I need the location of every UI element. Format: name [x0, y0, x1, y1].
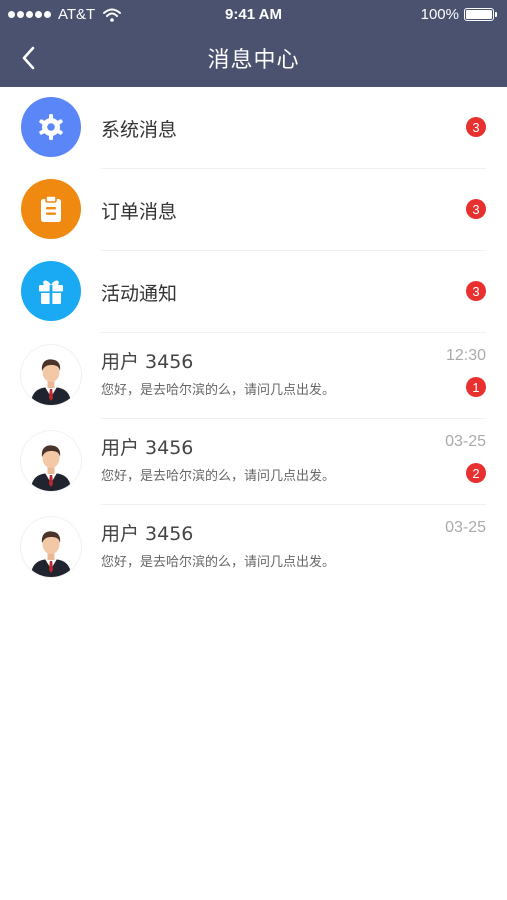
avatar [21, 517, 81, 577]
status-bar: AT&T 9:41 AM 100% [0, 0, 507, 30]
unread-badge: 2 [466, 463, 486, 483]
chat-username: 用户 3456 [101, 523, 194, 545]
activity-category-icon [21, 261, 81, 321]
category-label: 活动通知 [101, 283, 178, 305]
user-avatar-icon [31, 445, 71, 491]
user-avatar-icon [31, 531, 71, 577]
chat-list-item[interactable]: 用户 3456 您好，是去哈尔滨的么，请问几点出发。 03-25 2 [0, 419, 507, 505]
unread-badge: 3 [466, 199, 486, 219]
user-avatar-icon [31, 359, 71, 405]
clipboard-icon [41, 195, 61, 222]
message-list: 系统消息 3 订单消息 3 活动通知 3 用户 3456 您好，是去哈尔滨的么，… [0, 87, 507, 591]
chat-timestamp: 03-25 [445, 519, 486, 536]
avatar [21, 345, 81, 405]
chat-username: 用户 3456 [101, 437, 194, 459]
gear-icon [39, 114, 63, 140]
chat-preview: 您好，是去哈尔滨的么，请问几点出发。 [101, 469, 336, 484]
chat-preview: 您好，是去哈尔滨的么，请问几点出发。 [101, 555, 336, 570]
unread-badge: 3 [466, 117, 486, 137]
category-label: 系统消息 [101, 119, 178, 141]
app-header: AT&T 9:41 AM 100% 消息中心 [0, 0, 507, 87]
category-system-messages[interactable]: 系统消息 3 [0, 87, 507, 169]
chat-timestamp: 03-25 [445, 433, 486, 450]
unread-badge: 1 [466, 377, 486, 397]
page-title: 消息中心 [207, 48, 300, 73]
category-order-messages[interactable]: 订单消息 3 [0, 169, 507, 251]
chat-timestamp: 12:30 [445, 347, 486, 364]
gift-icon [39, 280, 63, 304]
order-category-icon [21, 179, 81, 239]
nav-bar: 消息中心 [0, 30, 507, 87]
unread-badge: 3 [466, 281, 486, 301]
chat-list-item[interactable]: 用户 3456 您好，是去哈尔滨的么，请问几点出发。 03-25 [0, 505, 507, 591]
avatar [21, 431, 81, 491]
system-category-icon [21, 97, 81, 157]
battery-icon [464, 8, 494, 21]
status-bar-battery-group: 100% [421, 6, 497, 23]
chat-username: 用户 3456 [101, 351, 194, 373]
category-activity-notices[interactable]: 活动通知 3 [0, 251, 507, 333]
chat-preview: 您好，是去哈尔滨的么，请问几点出发。 [101, 383, 336, 398]
battery-percent: 100% [420, 6, 459, 23]
category-label: 订单消息 [101, 201, 178, 223]
chat-list-item[interactable]: 用户 3456 您好，是去哈尔滨的么，请问几点出发。 12:30 1 [0, 333, 507, 419]
